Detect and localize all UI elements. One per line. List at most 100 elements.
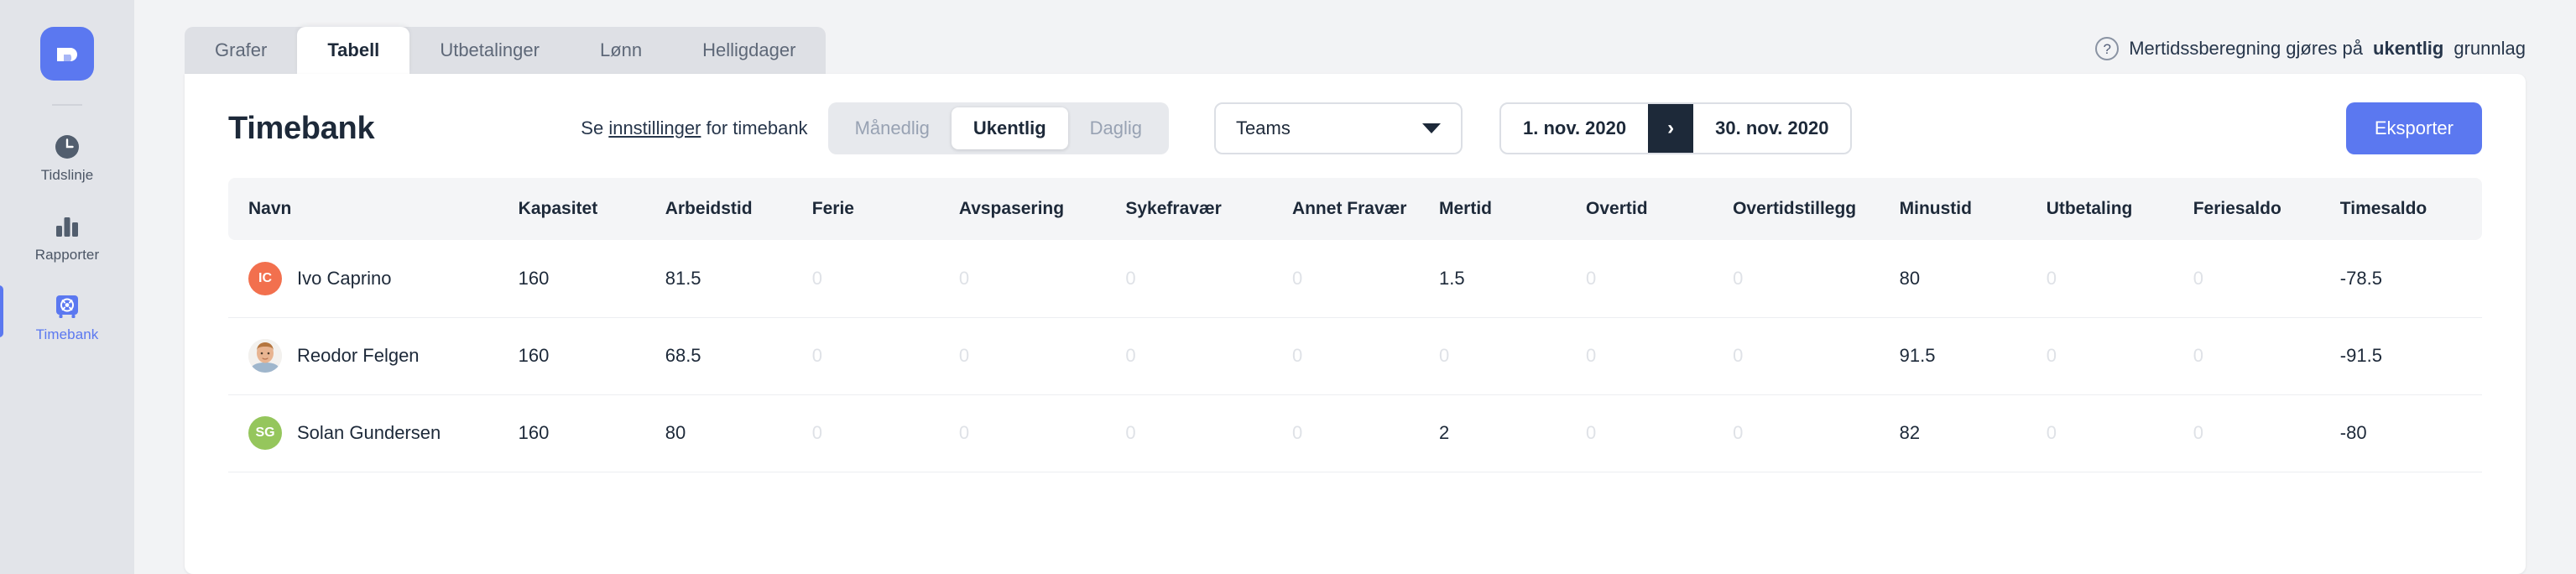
column-header-overtidstillegg[interactable]: Overtidstillegg — [1728, 178, 1895, 240]
cell-ferie: 0 — [806, 394, 954, 472]
chevron-down-icon — [1422, 123, 1442, 133]
chevron-right-icon[interactable]: › — [1648, 104, 1694, 153]
teams-dropdown-label: Teams — [1236, 117, 1291, 138]
app-logo[interactable] — [40, 27, 94, 81]
tab-grafer[interactable]: Grafer — [185, 27, 297, 74]
employee-name: Reodor Felgen — [297, 345, 420, 366]
column-header-feriesaldo[interactable]: Feriesaldo — [2188, 178, 2335, 240]
cell-minustid: 82 — [1894, 394, 2042, 472]
avatar-photo — [248, 339, 282, 373]
sidebar-item-rapporter[interactable]: Rapporter — [0, 201, 134, 272]
column-header-annet-fravaer[interactable]: Annet Fravær — [1286, 178, 1434, 240]
column-header-timesaldo[interactable]: Timesaldo — [2334, 178, 2482, 240]
cell-timesaldo: -91.5 — [2334, 317, 2482, 395]
timebank-settings-link[interactable]: Se innstillinger for timebank — [581, 117, 807, 139]
column-header-overtid[interactable]: Overtid — [1581, 178, 1729, 240]
cell-feriesaldo: 0 — [2188, 317, 2335, 395]
tab-helligdager[interactable]: Helligdager — [672, 27, 826, 74]
avatar — [248, 339, 282, 373]
cell-mertid: 0 — [1433, 317, 1582, 395]
cell-timesaldo: -78.5 — [2334, 240, 2482, 318]
avatar-initials: IC — [258, 270, 272, 285]
tab-label: Helligdager — [702, 39, 796, 60]
table-row[interactable]: IC Ivo Caprino 160 81.5 0 0 0 0 1.5 0 0 … — [228, 240, 2482, 318]
table-header-row: Navn Kapasitet Arbeidstid Ferie Avspaser… — [228, 178, 2482, 240]
cell-overtid: 0 — [1581, 317, 1729, 395]
cell-arbeidstid: 80 — [660, 394, 807, 472]
cell-utbetaling: 0 — [2041, 317, 2188, 395]
cell-kapasitet: 160 — [513, 394, 660, 472]
tab-label: Grafer — [215, 39, 268, 60]
cell-avspasering: 0 — [953, 317, 1121, 395]
cell-arbeidstid: 68.5 — [660, 317, 807, 395]
column-header-sykefravaer[interactable]: Sykefravær — [1120, 178, 1287, 240]
table-row[interactable]: Reodor Felgen 160 68.5 0 0 0 0 0 0 0 91.… — [228, 317, 2482, 395]
time-bank-icon — [53, 292, 81, 321]
cell-overtidstillegg: 0 — [1728, 317, 1895, 395]
column-header-kapasitet[interactable]: Kapasitet — [513, 178, 660, 240]
settings-link-text[interactable]: innstillinger — [608, 117, 701, 138]
question-mark-icon[interactable]: ? — [2095, 37, 2120, 60]
cell-minustid: 91.5 — [1894, 317, 2042, 395]
cell-navn: Reodor Felgen — [228, 317, 514, 395]
timebank-table-wrapper: Navn Kapasitet Arbeidstid Ferie Avspaser… — [185, 178, 2526, 472]
main-content: Grafer Tabell Utbetalinger Lønn Helligda… — [134, 0, 2576, 574]
sidebar-item-tidslinje[interactable]: Tidslinje — [0, 121, 134, 192]
sidebar-item-timebank[interactable]: Timebank — [0, 280, 134, 352]
cell-overtid: 0 — [1581, 240, 1729, 318]
segment-manedlig[interactable]: Månedlig — [833, 107, 952, 149]
avatar: IC — [248, 261, 282, 295]
cell-overtidstillegg: 0 — [1728, 394, 1895, 472]
cell-annet-fravaer: 0 — [1286, 317, 1434, 395]
clock-icon — [53, 133, 81, 161]
segment-ukentlig[interactable]: Ukentlig — [951, 107, 1068, 149]
export-button[interactable]: Eksporter — [2345, 102, 2482, 154]
cell-arbeidstid: 81.5 — [660, 240, 807, 318]
column-header-utbetaling[interactable]: Utbetaling — [2041, 178, 2188, 240]
cell-feriesaldo: 0 — [2188, 394, 2335, 472]
table-body: IC Ivo Caprino 160 81.5 0 0 0 0 1.5 0 0 … — [228, 240, 2482, 472]
cell-mertid: 1.5 — [1433, 240, 1582, 318]
cell-timesaldo: -80 — [2334, 394, 2482, 472]
tab-utbetalinger[interactable]: Utbetalinger — [409, 27, 570, 74]
cell-overtidstillegg: 0 — [1728, 240, 1895, 318]
table-row[interactable]: SG Solan Gundersen 160 80 0 0 0 0 2 0 0 … — [228, 394, 2482, 472]
bar-chart-icon — [53, 212, 81, 241]
calculation-note: ? Mertidssberegning gjøres på ukentlig g… — [2095, 37, 2526, 74]
sidebar-item-label: Rapporter — [34, 247, 100, 263]
cell-sykefravaer: 0 — [1120, 317, 1287, 395]
date-from[interactable]: 1. nov. 2020 — [1501, 104, 1648, 153]
top-bar: Grafer Tabell Utbetalinger Lønn Helligda… — [185, 0, 2526, 74]
cell-annet-fravaer: 0 — [1286, 240, 1434, 318]
cell-navn: SG Solan Gundersen — [228, 394, 514, 472]
app-logo-icon — [57, 48, 77, 61]
column-header-avspasering[interactable]: Avspasering — [953, 178, 1121, 240]
note-emphasis: ukentlig — [2373, 38, 2444, 59]
column-header-navn[interactable]: Navn — [228, 178, 514, 240]
column-header-minustid[interactable]: Minustid — [1894, 178, 2042, 240]
settings-suffix: for timebank — [701, 117, 808, 138]
tab-label: Utbetalinger — [440, 39, 540, 60]
date-to[interactable]: 30. nov. 2020 — [1693, 104, 1850, 153]
cell-navn: IC Ivo Caprino — [228, 240, 514, 318]
segment-label: Månedlig — [854, 117, 930, 138]
sidebar-divider — [52, 104, 82, 106]
cell-mertid: 2 — [1433, 394, 1582, 472]
segment-label: Ukentlig — [973, 117, 1046, 138]
teams-dropdown[interactable]: Teams — [1214, 102, 1463, 154]
period-segmented-control: Månedlig Ukentlig Daglig — [827, 102, 1170, 154]
employee-name: Solan Gundersen — [297, 422, 441, 443]
cell-kapasitet: 160 — [513, 317, 660, 395]
segment-label: Daglig — [1089, 117, 1143, 138]
column-header-ferie[interactable]: Ferie — [806, 178, 954, 240]
avatar: SG — [248, 416, 282, 450]
tab-label: Tabell — [327, 39, 380, 60]
column-header-mertid[interactable]: Mertid — [1433, 178, 1582, 240]
tab-lonn[interactable]: Lønn — [570, 27, 672, 74]
segment-daglig[interactable]: Daglig — [1068, 107, 1164, 149]
cell-minustid: 80 — [1894, 240, 2042, 318]
cell-sykefravaer: 0 — [1120, 240, 1287, 318]
content-card: Timebank Se innstillinger for timebank M… — [185, 74, 2526, 574]
tab-tabell[interactable]: Tabell — [297, 27, 410, 74]
column-header-arbeidstid[interactable]: Arbeidstid — [660, 178, 807, 240]
